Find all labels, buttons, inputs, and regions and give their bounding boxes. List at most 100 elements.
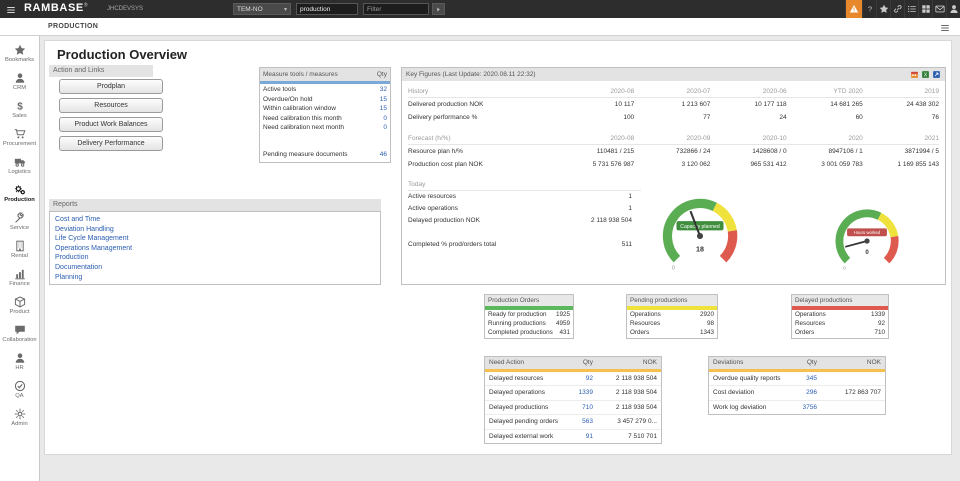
svg-text:Capacity planned: Capacity planned (680, 224, 720, 230)
reports-header: Reports (49, 199, 381, 211)
sidebar-item-bookmarks[interactable]: Bookmarks (0, 39, 39, 67)
report-link-cost-and-time[interactable]: Cost and Time (55, 215, 375, 225)
program-search-input[interactable] (296, 3, 358, 15)
table-row: Work log deviation 3756 (709, 401, 885, 414)
system-id: JHCDEVSYS (107, 6, 144, 12)
kf-section-label: History (408, 88, 429, 95)
qty-link[interactable]: 91 (559, 430, 593, 443)
kf-column-header: YTD 2020 (833, 88, 863, 95)
status-row-value: 431 (559, 329, 570, 337)
report-link-planning[interactable]: Planning (55, 273, 375, 283)
measure-qty-link[interactable]: 15 (380, 95, 387, 105)
mail-button[interactable] (932, 0, 946, 18)
kf-value: 5 731 576 987 (592, 161, 635, 168)
table-header: Need Action Qty NOK (485, 357, 661, 369)
hamburger-icon (6, 5, 16, 15)
sidebar-item-procurement[interactable]: Procurement (0, 123, 39, 151)
sidebar-item-admin[interactable]: Admin (0, 403, 39, 431)
box-icon (14, 295, 26, 308)
sidebar-item-logistics[interactable]: Logistics (0, 151, 39, 179)
status-row: Completed productions 431 (485, 328, 573, 337)
sidebar-item-hr[interactable]: HR (0, 347, 39, 375)
sidebar-item-rental[interactable]: Rental (0, 235, 39, 263)
list-button[interactable] (904, 0, 918, 18)
measure-label: Within calibration window (263, 105, 336, 113)
sidebar-item-collaboration[interactable]: Collaboration (0, 319, 39, 347)
report-link-operations-management[interactable]: Operations Management (55, 244, 375, 254)
svg-text:?: ? (867, 5, 871, 14)
report-link-life-cycle-management[interactable]: Life Cycle Management (55, 234, 375, 244)
status-row-value: 1925 (555, 311, 570, 318)
qty-link[interactable]: 3756 (783, 401, 817, 414)
sidebar-item-production[interactable]: Production (0, 179, 39, 207)
nok-column-header: NOK (642, 359, 657, 366)
link-button[interactable] (890, 0, 904, 18)
report-link-production[interactable]: Production (55, 253, 375, 263)
today-header: Today (408, 179, 641, 191)
status-card-production-orders: Production Orders Ready for production 192… (484, 294, 574, 339)
table-header: Deviations Qty NOK (709, 357, 885, 369)
action-button-resources[interactable]: Resources (59, 98, 163, 113)
calendar-icon (910, 70, 919, 79)
measure-qty-link[interactable]: 46 (380, 150, 387, 160)
kf-value: 1 213 607 (681, 101, 711, 108)
question-button[interactable]: ? (862, 0, 876, 18)
sidebar-item-qa[interactable]: QA (0, 375, 39, 403)
measure-qty-link[interactable]: 32 (380, 85, 387, 95)
row-label: Delayed operations (489, 389, 546, 397)
measure-label: Need calibration this month (263, 114, 342, 122)
qty-link[interactable]: 710 (559, 401, 593, 414)
sidebar-item-finance[interactable]: Finance (0, 263, 39, 291)
report-link-documentation[interactable]: Documentation (55, 263, 375, 273)
sidebar-item-crm[interactable]: CRM (0, 67, 39, 95)
report-link-deviation-handling[interactable]: Deviation Handling (55, 225, 375, 235)
status-row-label: Resources (795, 320, 826, 328)
qty-column-header: Qty (582, 359, 593, 366)
chart-icon (14, 268, 26, 280)
sidebar-item-service[interactable]: Service (0, 207, 39, 235)
person-button[interactable] (946, 0, 960, 18)
today-value: 511 (621, 241, 632, 248)
warning-icon (849, 4, 859, 14)
star-button[interactable] (876, 0, 890, 18)
go-icon (435, 6, 442, 13)
link-icon (893, 4, 903, 14)
qty-link[interactable]: 563 (559, 415, 593, 428)
row-label: Overdue quality reports (713, 375, 781, 382)
warning-button[interactable] (845, 0, 862, 18)
table-row: Overdue quality reports 345 (709, 372, 885, 387)
sidebar-item-label: Product (9, 308, 30, 315)
action-button-delivery-performance[interactable]: Delivery Performance (59, 136, 163, 151)
action-button-prodplan[interactable]: Prodplan (59, 79, 163, 94)
action-button-product-work-balances[interactable]: Product Work Balances (59, 117, 163, 132)
qty-link[interactable]: 92 (559, 372, 593, 385)
grid-button[interactable] (918, 0, 932, 18)
reports-list: Cost and Time Deviation Handling Life Cycl… (49, 211, 381, 285)
qty-column-header: Qty (376, 71, 387, 78)
person-icon (949, 4, 959, 14)
kf-value: 3 001 059 783 (821, 161, 863, 168)
sidebar-item-sales[interactable]: $ Sales (0, 95, 39, 123)
sidebar-item-product[interactable]: Product (0, 291, 39, 319)
filter-input[interactable] (363, 3, 429, 15)
qty-link[interactable]: 296 (783, 386, 817, 399)
status-row-label: Orders (630, 329, 650, 337)
table-row: Delayed resources 92 2 118 938 504 (485, 372, 661, 387)
deviations-table: Deviations Qty NOK Overdue quality reports 3… (708, 356, 886, 416)
measure-qty-link[interactable]: 0 (383, 114, 387, 124)
kf-column-header: 2020-08 (610, 88, 635, 95)
svg-text:0: 0 (672, 266, 675, 272)
today-label: Active operations (408, 205, 458, 212)
qty-link[interactable]: 345 (783, 372, 817, 385)
page-menu-button[interactable] (937, 21, 952, 33)
go-button[interactable] (432, 3, 445, 15)
measure-qty-link[interactable]: 15 (380, 104, 387, 114)
measure-qty-link[interactable]: 0 (383, 123, 387, 133)
status-row-value: 98 (706, 320, 714, 328)
today-row: Completed % prod/orders total 511 (408, 239, 632, 251)
nok-value: 2 118 938 504 (615, 375, 657, 382)
module-select[interactable]: TEM-NO ▾ (233, 3, 291, 15)
hamburger-menu-button[interactable] (3, 3, 18, 15)
qty-link[interactable]: 1339 (559, 386, 593, 399)
kf-value: 3 120 062 (681, 161, 711, 168)
